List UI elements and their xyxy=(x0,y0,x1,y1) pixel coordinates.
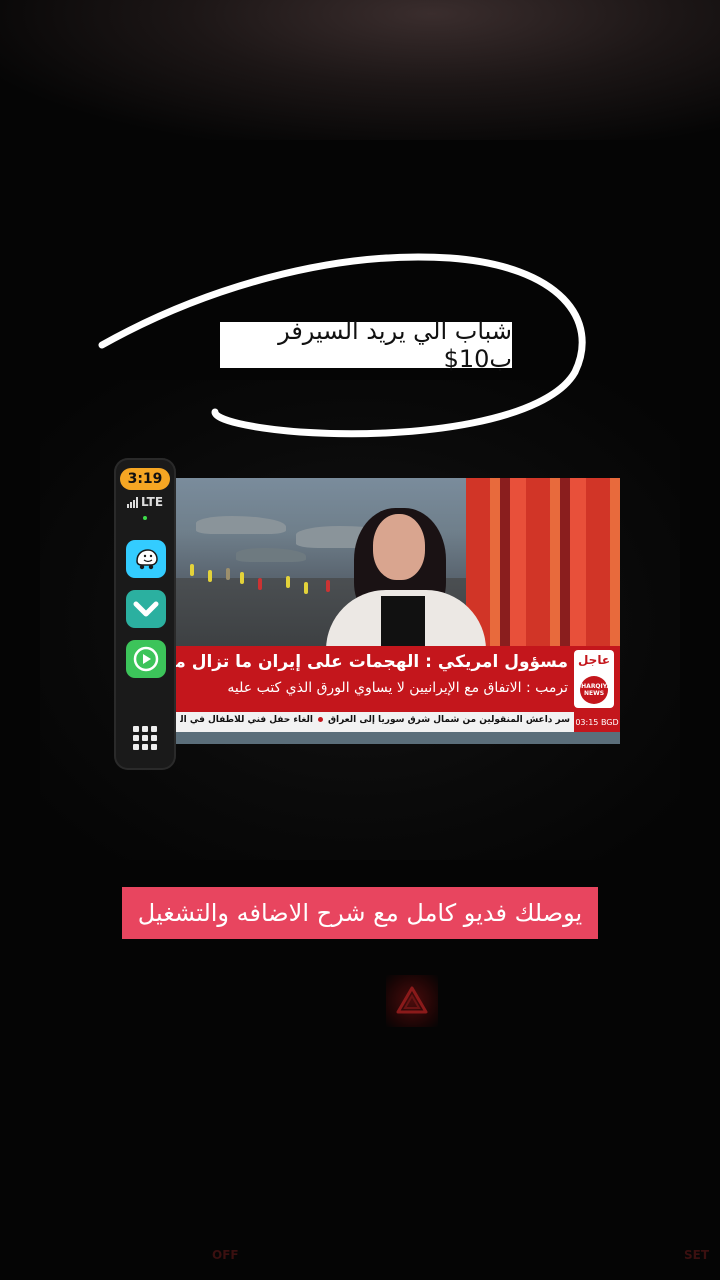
channel-logo: SHARQIYA NEWS xyxy=(577,676,611,704)
car-headliner xyxy=(0,0,720,140)
chevron-down-icon xyxy=(133,601,159,617)
network-type: LTE xyxy=(140,495,164,509)
breaking-label: عاجل xyxy=(577,653,611,667)
breaking-badge: عاجل SHARQIYA NEWS xyxy=(574,650,614,708)
ticker-separator xyxy=(317,717,323,722)
vpn-app-button[interactable] xyxy=(126,590,166,628)
studio-backdrop xyxy=(466,478,620,658)
cellular-status: LTE xyxy=(120,494,170,510)
breaking-news-banner: عاجل SHARQIYA NEWS مسؤول امريكي : الهجما… xyxy=(176,646,620,712)
clock-pill[interactable]: 3:19 xyxy=(120,468,170,490)
ticker-item: الغاء حفل فني للاطفال في البصرة بعد ت xyxy=(180,715,313,725)
ticker-item: سر داعش المنقولين من شمال شرق سوريا إلى … xyxy=(327,715,570,725)
dash-label-off: OFF xyxy=(212,1248,239,1262)
bottom-caption-sticker: يوصلك فديو كامل مع شرح الاضافه والتشغيل xyxy=(122,887,598,939)
active-indicator-dot xyxy=(143,516,147,520)
waze-app-button[interactable] xyxy=(126,540,166,578)
signal-bars-icon xyxy=(126,496,138,508)
news-ticker: 03:15 BGD سر داعش المنقولين من شمال شرق … xyxy=(176,712,620,732)
dash-label-set: SET xyxy=(684,1248,710,1262)
media-player-app-button[interactable] xyxy=(126,640,166,678)
play-circle-icon xyxy=(133,646,159,672)
ticker-text: سر داعش المنقولين من شمال شرق سوريا إلى … xyxy=(180,715,570,725)
waze-icon xyxy=(136,549,158,570)
top-caption-sticker: شباب الي يريد السيرفر ب10$ xyxy=(220,317,512,373)
hazard-warning-icon[interactable] xyxy=(396,985,428,1015)
headline-sub: ترمب : الاتفاق مع الإيرانيين لا يساوي ال… xyxy=(227,680,568,696)
news-video-screen[interactable]: عاجل SHARQIYA NEWS مسؤول امريكي : الهجما… xyxy=(176,478,620,744)
headline-main: مسؤول امريكي : الهجمات على إيران ما تزال… xyxy=(176,652,568,672)
ticker-time: 03:15 BGD xyxy=(574,712,620,732)
carplay-sidebar: 3:19 LTE xyxy=(114,458,176,770)
app-grid-icon[interactable] xyxy=(133,726,157,750)
